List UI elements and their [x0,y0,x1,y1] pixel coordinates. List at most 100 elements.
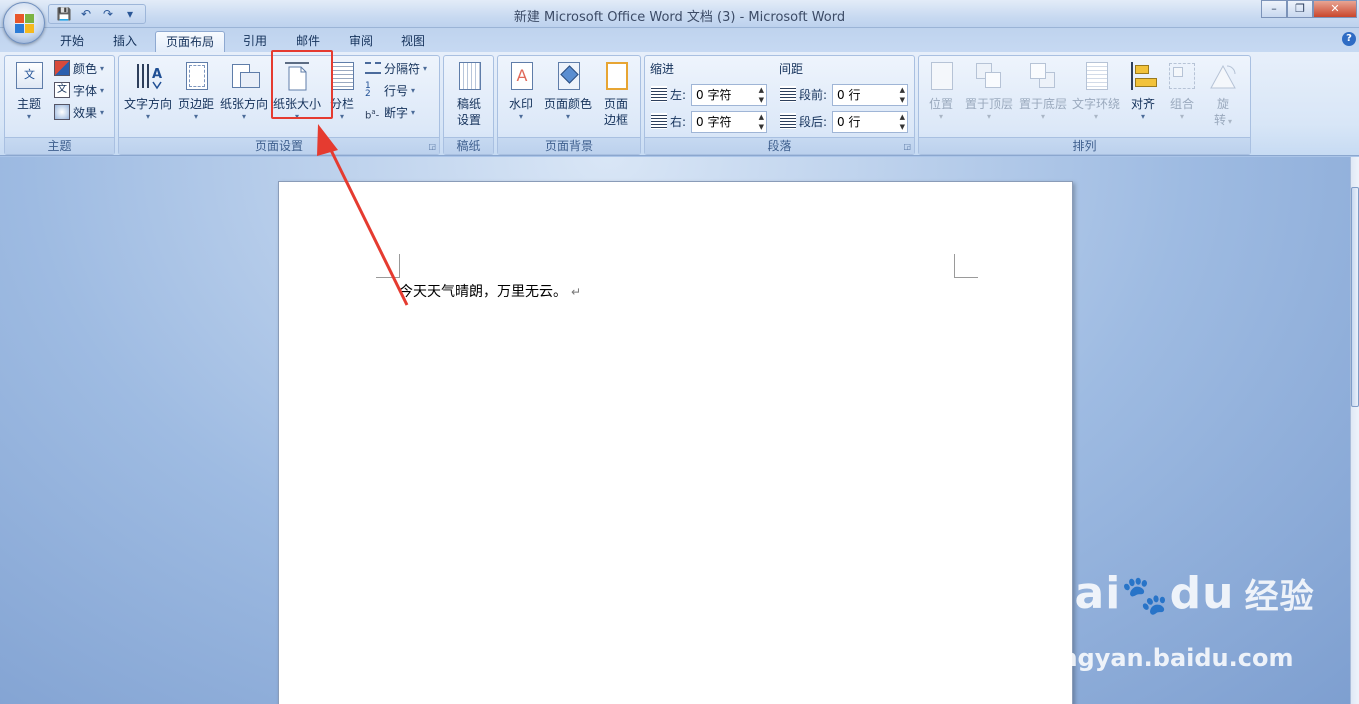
watermark-icon: A [505,60,537,92]
group-label-paragraph: 段落 [645,137,914,154]
group-label-arrange: 排列 [919,137,1250,154]
indent-left-label: 左: [651,84,686,104]
position-button[interactable]: 位置 ▾ [925,60,957,122]
draft-settings-button[interactable]: 稿纸 设置 [451,60,487,128]
theme-effects-button[interactable]: 效果 ▾ [54,102,104,122]
tab-page-layout[interactable]: 页面布局 [155,31,226,52]
tab-insert[interactable]: 插入 [103,31,147,52]
orientation-icon [228,60,260,92]
position-icon [925,60,957,92]
paint-bucket-icon [552,60,584,92]
ribbon-tabs: 开始 插入 页面布局 引用 邮件 审阅 视图 ? [0,28,1359,52]
text-direction-button[interactable]: A 文字方向 ▾ [121,60,175,122]
group-arrange: 位置 ▾ 置于顶层 ▾ 置于底层 ▾ 文字环绕 ▾ 对齐 ▾ 组合 ▾ 旋 转 … [918,55,1251,155]
paragraph-launcher-icon[interactable]: ◲ [903,142,911,151]
spacing-before-icon [780,86,796,102]
spin-arrows-icon[interactable]: ▲ ▼ [900,112,905,132]
breaks-icon [365,62,381,74]
vertical-scrollbar[interactable] [1350,157,1359,704]
group-label-page-background: 页面背景 [498,137,640,154]
themes-button[interactable]: 文 主题 ▾ [9,60,49,122]
indent-right-icon [651,113,667,129]
watermark-url: jingyan.baidu.com [1044,644,1294,672]
tab-references[interactable]: 引用 [233,31,277,52]
page-borders-button[interactable]: 页面 边框 [598,60,634,128]
group-draft-paper: 稿纸 设置 稿纸 [443,55,494,155]
hyphenation-button[interactable]: ba- 断字 ▾ [365,102,415,122]
office-logo-icon [15,14,35,34]
send-to-back-icon [1027,60,1059,92]
align-icon [1127,60,1159,92]
document-page[interactable]: 今天天气晴朗，万里无云。 ↵ [278,181,1073,704]
indent-heading: 缩进 [650,62,675,76]
tab-mailings[interactable]: 邮件 [286,31,330,52]
close-button[interactable]: ✕ [1313,0,1357,18]
rotate-button[interactable]: 旋 转 ▾ [1206,60,1240,128]
help-icon[interactable]: ? [1342,32,1356,46]
paragraph-mark-icon: ↵ [571,285,582,299]
text-wrapping-button[interactable]: 文字环绕 ▾ [1070,60,1122,122]
tab-view[interactable]: 视图 [391,31,435,52]
rotate-icon [1207,60,1239,92]
scrollbar-thumb[interactable] [1351,187,1359,407]
spacing-after-label: 段后: [780,111,827,131]
spin-arrows-icon[interactable]: ▲ ▼ [759,112,764,132]
office-button[interactable] [3,2,45,44]
minimize-button[interactable]: – [1261,0,1287,18]
theme-fonts-button[interactable]: 文 字体 ▾ [54,80,104,100]
window-title: 新建 Microsoft Office Word 文档 (3) - Micros… [513,10,846,25]
page-borders-icon [600,60,632,92]
title-bar: 💾 ↶ ↷ ▾ 新建 Microsoft Office Word 文档 (3) … [0,0,1359,44]
page-color-button[interactable]: 页面颜色 ▾ [542,60,594,122]
indent-right-label: 右: [651,111,686,131]
line-numbers-button[interactable]: 12 行号 ▾ [365,80,415,100]
tab-home[interactable]: 开始 [50,31,94,52]
spin-arrows-icon[interactable]: ▲ ▼ [759,85,764,105]
window-controls: – ❐ ✕ [1261,0,1357,20]
effects-icon [54,104,70,120]
theme-colors-button[interactable]: 颜色 ▾ [54,58,104,78]
align-button[interactable]: 对齐 ▾ [1127,60,1159,122]
indent-right-input[interactable]: 0 字符 ▲ ▼ [691,111,767,133]
spacing-before-label: 段前: [780,84,827,104]
watermark-button[interactable]: A 水印 ▾ [504,60,538,122]
paw-icon: 🐾 [1121,573,1170,617]
document-workspace: 今天天气晴朗，万里无云。 ↵ [0,157,1350,704]
margins-icon [180,60,212,92]
tab-review[interactable]: 审阅 [339,31,383,52]
indent-left-icon [651,86,667,102]
spin-arrows-icon[interactable]: ▲ ▼ [900,85,905,105]
spacing-after-icon [780,113,796,129]
ribbon: 文 主题 ▾ 颜色 ▾ 文 字体 ▾ 效果 ▾ 主题 A 文字方向 ▾ 页边距 … [0,52,1359,156]
group-page-background: A 水印 ▾ 页面颜色 ▾ 页面 边框 页面背景 [497,55,641,155]
group-label-draft: 稿纸 [444,137,493,154]
spacing-heading: 间距 [779,62,804,76]
group-objects-button[interactable]: 组合 ▾ [1166,60,1198,122]
grid-paper-icon [453,60,485,92]
themes-icon: 文 [13,60,45,92]
group-label-page-setup: 页面设置 [119,137,439,154]
page-setup-launcher-icon[interactable]: ◲ [428,142,436,151]
margin-corner-top-right [954,254,978,278]
baidu-watermark: Bai🐾du 经验 [1040,568,1315,619]
bring-to-front-button[interactable]: 置于顶层 ▾ [963,60,1015,122]
group-label-themes: 主题 [5,137,114,154]
chevron-down-icon: ▾ [26,112,31,121]
svg-text:A: A [152,67,162,82]
margins-button[interactable]: 页边距 ▾ [177,60,215,122]
indent-left-input[interactable]: 0 字符 ▲ ▼ [691,84,767,106]
maximize-button[interactable]: ❐ [1287,0,1313,18]
font-icon: 文 [54,82,70,98]
spacing-before-input[interactable]: 0 行 ▲ ▼ [832,84,908,106]
highlight-box [271,50,333,119]
orientation-button[interactable]: 纸张方向 ▾ [219,60,269,122]
document-paragraph[interactable]: 今天天气晴朗，万里无云。 ↵ [399,281,581,301]
margin-corner-top-left [376,254,400,278]
text-wrapping-icon [1080,60,1112,92]
text-direction-icon: A [132,60,164,92]
group-paragraph: 缩进 间距 左: 0 字符 ▲ ▼ 右: 0 字符 ▲ ▼ 段前: 0 行 ▲ ▼ [644,55,915,155]
breaks-button[interactable]: 分隔符 ▾ [365,58,427,78]
send-to-back-button[interactable]: 置于底层 ▾ [1017,60,1069,122]
spacing-after-input[interactable]: 0 行 ▲ ▼ [832,111,908,133]
group-objects-icon [1166,60,1198,92]
